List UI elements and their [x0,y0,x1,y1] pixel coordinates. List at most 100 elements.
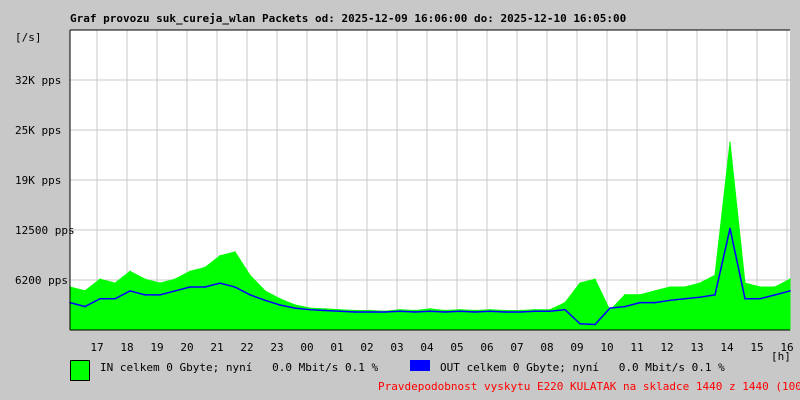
data-point-in [489,308,491,311]
data-point-out [114,297,116,300]
x-tick-label: 10 [600,341,613,354]
data-point-in [504,309,506,312]
x-tick-label: 13 [690,341,703,354]
data-point-in [759,286,761,288]
data-point-out [189,286,191,288]
data-point-out [414,311,416,313]
data-point-in [729,141,731,144]
data-point-out [294,307,296,309]
x-tick-label: 00 [300,341,313,354]
data-point-in [159,282,161,284]
data-point-in [744,282,746,284]
data-point-out [459,310,461,313]
data-point-out [384,311,386,313]
data-point-in [669,286,671,288]
x-tick-label: 01 [330,341,343,354]
data-point-out [594,323,596,326]
y-tick-label: 32K pps [15,74,61,87]
data-point-out [564,308,566,311]
data-point-in [264,290,266,292]
y-tick-label: 12500 pps [15,224,75,237]
x-tick-label: 22 [240,341,253,354]
x-tick-label: 14 [720,341,734,354]
data-point-in [654,290,656,292]
availability-note: Pravdepodobnost vyskytu E220 KULATAK na … [378,380,800,393]
x-tick-label: 11 [630,341,643,354]
data-point-in [789,278,791,281]
data-point-out [504,311,506,313]
data-point-in [399,308,401,311]
data-point-in [699,282,701,284]
x-tick-label: 23 [270,341,283,354]
data-point-out [354,311,356,313]
data-point-out [444,311,446,313]
data-point-out [204,286,206,288]
data-point-out [624,305,626,308]
data-point-out [174,290,176,292]
data-point-out [339,310,341,313]
data-point-in [594,278,596,281]
data-point-in [639,294,641,296]
x-tick-label: 04 [420,341,434,354]
data-point-in [534,308,536,311]
data-point-in [474,309,476,312]
data-point-in [294,304,296,306]
x-tick-label: 06 [480,341,493,354]
data-point-in [354,309,356,312]
data-point-in [624,294,626,296]
x-tick-label: 07 [510,341,523,354]
data-point-out [714,294,716,296]
x-tick-label: 17 [90,341,103,354]
data-point-out [669,299,671,302]
data-point-out [729,227,731,230]
data-point-in [684,286,686,288]
data-point-out [264,299,266,302]
data-point-out [744,297,746,300]
data-point-out [309,308,311,311]
data-point-out [99,297,101,300]
y-tick-label: 6200 pps [15,274,68,287]
x-tick-label: 19 [150,341,163,354]
data-point-in [144,278,146,281]
data-point-out [324,309,326,312]
data-point-in [279,297,281,300]
data-point-in [324,308,326,310]
data-point-in [339,308,341,311]
data-point-in [564,301,566,304]
data-point-in [129,270,131,273]
data-point-out [789,290,791,292]
data-point-in [249,274,251,277]
data-point-out [129,290,131,292]
x-tick-label: 12 [660,341,673,354]
data-point-in [609,309,611,312]
data-point-in [309,307,311,309]
data-point-out [84,305,86,308]
data-point-out [474,311,476,313]
data-point-in [549,308,551,311]
data-point-in [429,308,431,310]
y-tick-label: 25K pps [15,124,61,137]
data-point-in [444,309,446,312]
data-point-in [774,286,776,288]
data-point-in [84,290,86,292]
x-tick-label: 16 [780,341,793,354]
x-tick-label: 15 [750,341,763,354]
y-tick-label: 19K pps [15,174,61,187]
data-point-out [369,311,371,313]
data-point-out [279,304,281,306]
data-point-in [714,274,716,277]
data-point-in [234,251,236,253]
x-tick-label: 09 [570,341,583,354]
data-point-in [174,278,176,281]
data-point-out [654,301,656,304]
x-tick-label: 18 [120,341,133,354]
data-point-out [579,322,581,325]
plot-area: 17 18 19 20 21 22 23 00 01 02 03 04 05 06 07 08 09 10 11 12… [15,29,794,354]
data-point-in [204,266,206,269]
data-point-out [519,311,521,313]
x-tick-label: 08 [540,341,553,354]
data-point-in [459,308,461,311]
data-point-in [519,309,521,312]
data-point-out [144,294,146,296]
data-point-out [489,310,491,313]
